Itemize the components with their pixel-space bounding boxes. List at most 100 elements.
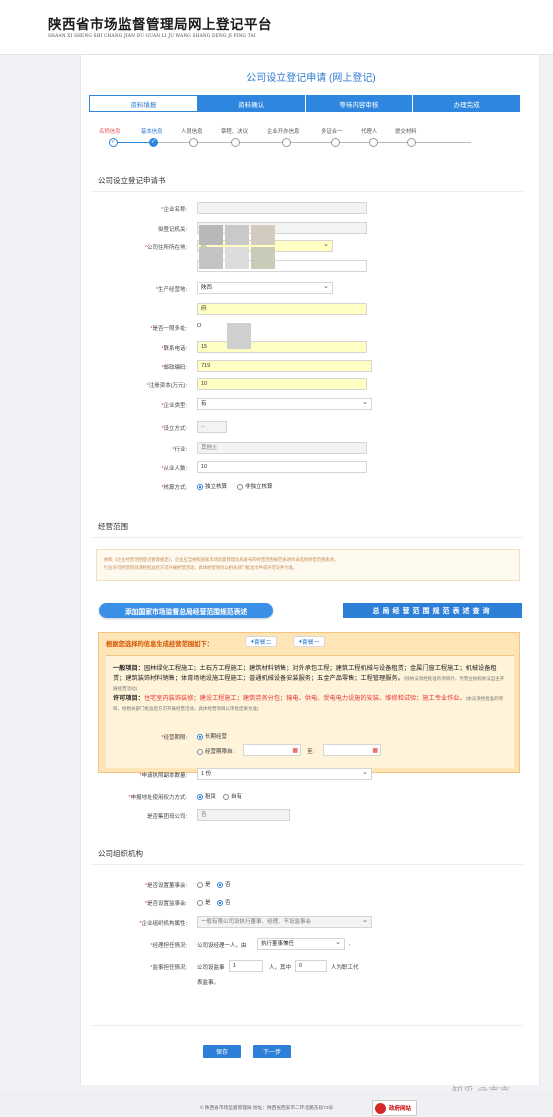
redaction-block [251, 247, 275, 269]
org-attr-select[interactable]: 一般有限公司设执行董事、经理、不设监事会 [197, 916, 372, 928]
radio-selected-icon [217, 899, 223, 906]
sub-steps: 名称信息 基本信息 人员信息 章程、决议 企业开办信息 多证合一 代理人 提交材… [99, 127, 499, 151]
copies-select[interactable]: 1 份 [197, 768, 372, 780]
board-yes-radio[interactable]: 是 [197, 880, 211, 888]
calendar-icon: ▦ [372, 748, 378, 754]
redaction-block [251, 225, 275, 245]
business-location-label: *生产经营地: [155, 287, 187, 293]
package-one-tab[interactable]: ♦ 套餐一 [293, 636, 326, 647]
radio-selected-icon [217, 881, 223, 888]
business-location-select[interactable]: 陕西 [197, 282, 333, 294]
page-title: 公司设立登记申请 (网上登记) [246, 73, 376, 84]
substep-articles[interactable]: 章程、决议 [221, 127, 248, 135]
enterprise-type-select[interactable]: 有 [197, 398, 372, 410]
accounting-dependent-radio[interactable]: 非独立核算 [237, 482, 273, 490]
group-parent-input[interactable]: 否 [197, 809, 290, 821]
supervisor-count-input[interactable]: 1 [229, 960, 263, 972]
registered-capital-input[interactable]: 10 [197, 378, 367, 390]
board-no-radio[interactable]: 否 [217, 880, 231, 888]
enterprise-type-label: *企业类型: [161, 403, 187, 409]
substep-personnel[interactable]: 人员信息 [181, 127, 203, 135]
radio-selected-icon [197, 483, 203, 490]
comma-text: , [349, 941, 351, 947]
address-right-label: *申报地址使用权力方式: [128, 795, 187, 801]
substep-name-info[interactable]: 名称信息 [99, 127, 121, 135]
multi-address-radio[interactable]: O [197, 323, 201, 329]
section-scope-title: 经营范围 [98, 522, 128, 531]
section-org-title: 公司组织机构 [98, 849, 143, 858]
residence-label: *公司住所所在地: [144, 245, 187, 251]
divider [91, 1025, 523, 1026]
add-scope-button[interactable]: 添加国家市场监督总局经营范围规范表述 [99, 603, 273, 618]
company-name-input[interactable] [197, 202, 367, 214]
business-location-detail-input[interactable]: 府 [197, 303, 367, 315]
step-fill-info[interactable]: 资料填报 [89, 95, 198, 112]
supervisor-prefix-text: 公司设监事 [197, 965, 225, 971]
license-items-label: 许可项目： [113, 695, 144, 702]
circle-icon [369, 138, 378, 147]
term-until-radio[interactable]: 经营期限自: [197, 747, 234, 755]
radio-icon [223, 793, 229, 800]
multi-address-label: *是否一照多址: [150, 326, 187, 332]
supervisor-board-label: *是否设置监事会: [144, 901, 187, 907]
step-confirm-info[interactable]: 资料确认 [197, 95, 306, 112]
term-long-radio[interactable]: 长期经营 [197, 732, 227, 740]
radio-selected-icon [197, 733, 203, 740]
query-scope-button[interactable]: 总局经营范围规范表述查询 [343, 603, 522, 618]
step-await-review[interactable]: 等待内容审核 [305, 95, 414, 112]
redaction-block [225, 225, 249, 245]
address-right-lease-radio[interactable]: 租赁 [197, 792, 216, 800]
package-two-tab[interactable]: ♦ 套餐二 [245, 636, 278, 647]
phone-label: *联系电话: [161, 346, 187, 352]
phone-input[interactable]: 15 [197, 341, 367, 353]
employees-input[interactable]: 10 [197, 461, 367, 473]
substep-track-done [113, 142, 153, 143]
calendar-icon: ▦ [292, 748, 298, 754]
postal-code-label: *邮政编码: [161, 365, 187, 371]
term-end-date-input[interactable]: ▦ [323, 744, 381, 756]
radio-selected-icon [197, 793, 203, 800]
term-start-date-input[interactable]: ▦ [243, 744, 301, 756]
employees-label: *从业人数: [161, 466, 187, 472]
supervisor-suffix-text: 人为职工代 [331, 965, 359, 971]
divider [91, 537, 523, 538]
manager-prefix-text: 公司设经理一人，由 [197, 943, 247, 949]
manager-select[interactable]: 执行董事兼任 [257, 938, 345, 950]
industry-input[interactable]: 其他土 [197, 442, 367, 454]
gov-badge-text: 政府网站 [389, 1106, 412, 1112]
supervisor-no-radio[interactable]: 否 [217, 898, 231, 906]
step-complete[interactable]: 办理完成 [413, 95, 521, 112]
board-label: *是否设置董事会: [144, 883, 187, 889]
circle-icon [331, 138, 340, 147]
postal-code-input[interactable]: 719 [197, 360, 372, 372]
redaction-block [199, 247, 223, 269]
circle-icon [282, 138, 291, 147]
site-logo-subtitle: SHAAN XI SHENG SHI CHANG JIAN DU GUAN LI… [48, 34, 256, 39]
site-logo-title: 陕西省市场监督管理局网上登记平台 [48, 17, 272, 33]
section-application-title: 公司设立登记申请书 [98, 176, 166, 185]
radio-icon [197, 899, 203, 906]
accounting-independent-radio[interactable]: 独立核算 [197, 482, 227, 490]
term-to-label: 至: [307, 749, 315, 755]
footer-text: © 陕西省市场监督管理局 地址：陕西省西安市二环北路东段73号 [200, 1105, 334, 1110]
substep-basic-info[interactable]: 基本信息 [141, 127, 163, 135]
save-button[interactable]: 保存 [203, 1045, 241, 1058]
supervisor-staff-input[interactable]: 0 [295, 960, 327, 972]
address-right-own-radio[interactable]: 自有 [223, 792, 242, 800]
manager-label: *经理担任情况: [150, 943, 187, 949]
next-button[interactable]: 下一步 [253, 1045, 291, 1058]
registered-capital-label: *注册资本(万元): [146, 383, 187, 389]
supervisor-suffix2-text: 表监事。 [197, 980, 220, 986]
notice-line: 依照《企业经营范围登记管理规定》，企业应当依照国家市场监督管理总局发布的经营范围… [104, 557, 339, 562]
substep-track [113, 142, 471, 143]
gov-site-badge[interactable]: 政府网站 [372, 1100, 417, 1116]
substep-multi-cert[interactable]: 多证合一 [321, 127, 343, 135]
industry-label: *行业: [172, 447, 187, 453]
substep-submit[interactable]: 提交材料 [395, 127, 417, 135]
radio-icon [237, 483, 243, 490]
supervisor-yes-radio[interactable]: 是 [197, 898, 211, 906]
establishment-method-select[interactable]: -- [197, 421, 227, 433]
substep-opening-info[interactable]: 企业开办信息 [267, 127, 299, 135]
scope-result-heading: 根据您选择的信息生成经营范围如下： [106, 641, 214, 648]
substep-agent[interactable]: 代理人 [361, 127, 377, 135]
